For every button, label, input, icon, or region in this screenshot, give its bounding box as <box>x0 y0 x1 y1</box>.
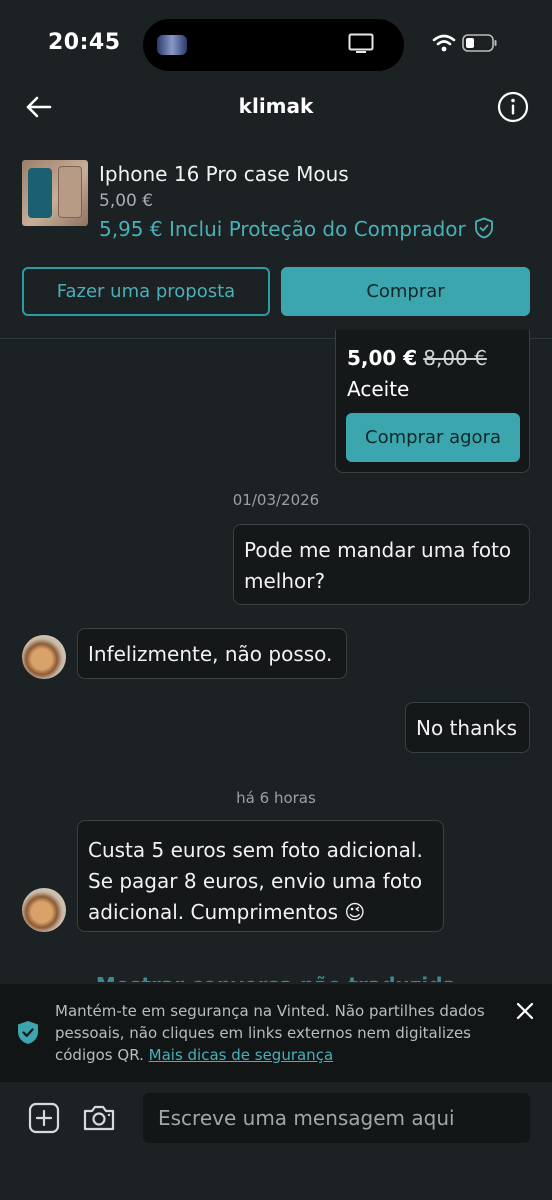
dynamic-island <box>143 19 404 71</box>
safety-tips-link[interactable]: Mais dicas de segurança <box>149 1046 334 1064</box>
received-message: Custa 5 euros sem foto adicional. Se pag… <box>77 820 444 932</box>
buyer-protection-text: Inclui Proteção do Comprador <box>168 217 466 241</box>
shield-check-icon <box>18 1021 38 1044</box>
seller-avatar[interactable] <box>22 888 66 932</box>
buy-button[interactable]: Comprar <box>281 267 530 316</box>
show-untranslated-link[interactable]: Mostrar conversa não traduzida <box>0 968 552 982</box>
date-separator: há 6 horas <box>236 789 316 807</box>
received-message: Infelizmente, não posso. <box>77 628 347 679</box>
offer-price: 5,00 € <box>347 346 418 370</box>
seller-avatar[interactable] <box>22 635 66 679</box>
shield-check-icon <box>475 217 493 239</box>
screen-mirroring-icon <box>348 33 374 53</box>
case-image-beige <box>58 166 82 218</box>
make-offer-button[interactable]: Fazer uma proposta <box>22 267 270 316</box>
product-name: Iphone 16 Pro case Mous <box>99 162 349 186</box>
message-input[interactable] <box>143 1093 530 1143</box>
safety-banner: Mantém-te em segurança na Vinted. Não pa… <box>0 984 552 1082</box>
app-thumbnail-icon <box>157 35 187 55</box>
offer-status: Aceite <box>347 377 410 401</box>
offer-original-price: 8,00 € <box>423 346 487 370</box>
sent-message: No thanks <box>405 702 530 753</box>
safety-text: Mantém-te em segurança na Vinted. Não pa… <box>55 1000 485 1066</box>
date-separator: 01/03/2026 <box>232 491 320 509</box>
status-bar: 20:45 <box>0 0 552 90</box>
product-total-price: 5,95 € Inclui Proteção do Comprador <box>99 217 494 241</box>
product-price: 5,00 € <box>99 191 154 211</box>
offer-amount: 5,00 €8,00 € <box>347 346 487 370</box>
chat-header: klimak <box>0 80 552 136</box>
total-price: 5,95 € <box>99 217 163 241</box>
buy-now-button[interactable]: Comprar agora <box>346 413 520 462</box>
status-time: 20:45 <box>48 30 121 55</box>
close-icon[interactable] <box>514 1000 536 1022</box>
product-summary[interactable]: Iphone 16 Pro case Mous 5,00 € 5,95 € In… <box>0 150 552 250</box>
add-icon[interactable] <box>28 1102 60 1134</box>
info-icon[interactable] <box>497 91 529 123</box>
wifi-icon <box>432 34 456 52</box>
battery-icon <box>462 34 497 52</box>
case-image-teal <box>28 168 52 218</box>
product-thumbnail[interactable] <box>22 160 88 226</box>
camera-icon[interactable] <box>82 1102 116 1134</box>
message-composer <box>0 1082 552 1200</box>
offer-card: 5,00 €8,00 € Aceite Comprar agora <box>335 330 530 473</box>
sent-message: Pode me mandar uma foto melhor? <box>233 524 530 605</box>
conversation-title: klimak <box>238 94 314 118</box>
